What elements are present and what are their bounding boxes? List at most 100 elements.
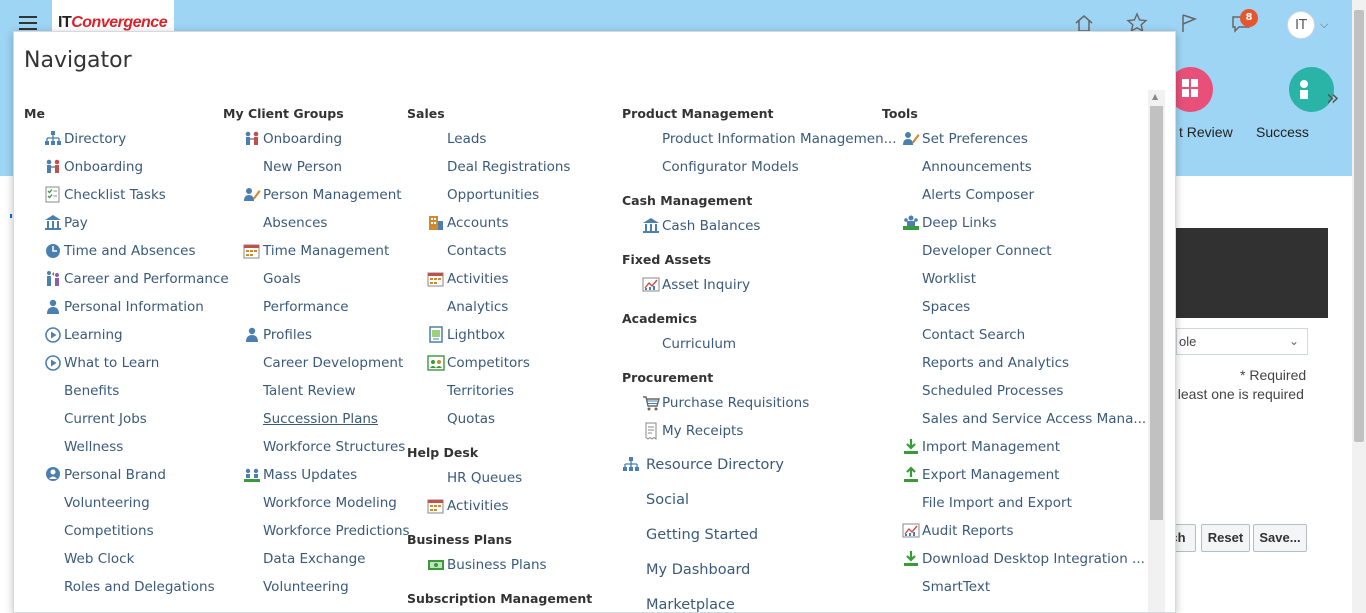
- nav-item-label: Roles and Delegations: [64, 579, 215, 595]
- nav-item-label: Social: [646, 492, 689, 508]
- group-header-tools: Tools: [882, 106, 918, 121]
- nav-item-label: Directory: [64, 131, 127, 147]
- group-header-my-client-groups: My Client Groups: [223, 106, 344, 121]
- money-icon: [427, 556, 445, 574]
- flag-icon[interactable]: [1178, 12, 1202, 36]
- group-header-academics: Academics: [622, 311, 698, 326]
- cart-icon: [642, 394, 660, 412]
- nav-item-label: Competitors: [447, 355, 530, 371]
- group-header-subscription-management: Subscription Management: [407, 591, 593, 606]
- nav-item-label: Sales and Service Access Mana...: [922, 411, 1147, 427]
- bank-icon: [44, 214, 62, 232]
- nav-item-label: Absences: [263, 215, 328, 231]
- nav-item-label: SmartText: [922, 579, 991, 595]
- nav-item-label: Configurator Models: [662, 159, 799, 175]
- menu-icon[interactable]: [19, 16, 37, 30]
- nav-item-label: Resource Directory: [646, 457, 784, 473]
- nav-item-label: Workforce Structures: [263, 439, 406, 455]
- nav-item-label: Business Plans: [447, 557, 547, 573]
- nav-item-label: Activities: [447, 271, 509, 287]
- nav-item-label: Opportunities: [447, 187, 540, 203]
- nav-item-label: Time and Absences: [64, 243, 196, 259]
- navigator-panel: Navigator Me Directory Onboarding Checklis…: [13, 31, 1176, 613]
- nav-item-label: Volunteering: [64, 495, 150, 511]
- nav-item-label: Scheduled Processes: [922, 383, 1064, 399]
- nav-item-label: Leads: [447, 131, 487, 147]
- nav-item-label: Profiles: [263, 327, 313, 343]
- nav-item-label: Learning: [64, 327, 123, 343]
- nav-item-label: Deal Registrations: [447, 159, 571, 175]
- chevron-down-icon[interactable]: ⌵: [1320, 18, 1328, 32]
- page-scrollbar-thumb[interactable]: [1354, 10, 1364, 442]
- save-button[interactable]: Save...: [1253, 524, 1307, 552]
- nav-item-label: Current Jobs: [64, 411, 147, 427]
- nav-item-label: Quotas: [447, 411, 496, 427]
- nav-item-label: Volunteering: [263, 579, 349, 595]
- lightbox-icon: [427, 326, 445, 344]
- nav-item-label: My Receipts: [662, 423, 744, 439]
- nav-item-label: Workforce Modeling: [263, 495, 397, 511]
- nav-item-label: Competitions: [64, 523, 154, 539]
- nav-item-label: Import Management: [922, 439, 1061, 455]
- nav-item-label: Audit Reports: [922, 523, 1014, 539]
- chart-icon: [902, 522, 920, 540]
- group-header-fixed-assets: Fixed Assets: [622, 252, 712, 267]
- group-header-help-desk: Help Desk: [407, 445, 479, 460]
- nav-item-label: My Dashboard: [646, 562, 751, 578]
- nav-item-label: HR Queues: [447, 470, 523, 486]
- nav-item-label: Product Information Managemen...: [662, 131, 897, 147]
- bank-icon: [642, 217, 660, 235]
- calendar-icon: [427, 270, 445, 288]
- navigator-scrollbar[interactable]: ▲: [1148, 90, 1165, 612]
- nav-item-label: New Person: [263, 159, 343, 175]
- more-tiles-icon[interactable]: »: [1326, 86, 1339, 111]
- navigator-scrollbar-thumb[interactable]: [1150, 106, 1163, 520]
- group-header-cash-management: Cash Management: [622, 193, 753, 208]
- nav-item-label: Asset Inquiry: [662, 277, 751, 293]
- clock-icon: [44, 242, 62, 260]
- nav-item-label: Activities: [447, 498, 509, 514]
- page-scrollbar[interactable]: [1352, 0, 1366, 613]
- person-edit-icon: [243, 186, 261, 204]
- download-icon: [902, 438, 920, 456]
- tile-label-success[interactable]: Success: [1256, 124, 1309, 140]
- nav-item-label: Set Preferences: [922, 131, 1028, 147]
- chevron-down-icon: ⌄: [1288, 334, 1299, 348]
- nav-item-label: Goals: [263, 271, 301, 287]
- company-logo[interactable]: ITConvergence: [52, 0, 174, 31]
- nav-item-label: Reports and Analytics: [922, 355, 1070, 371]
- navigator-title: Navigator: [24, 48, 132, 73]
- nav-item-label: Mass Updates: [263, 467, 358, 483]
- nav-item-label: Announcements: [922, 159, 1032, 175]
- deep-links-icon: [902, 214, 920, 232]
- nav-item-label: Spaces: [922, 299, 971, 315]
- scroll-up-icon[interactable]: ▲: [1152, 92, 1158, 101]
- nav-item-label: Contacts: [447, 243, 507, 259]
- nav-item-label: Purchase Requisitions: [662, 395, 810, 411]
- nav-item-label: Web Clock: [64, 551, 135, 567]
- tile-label-talent-review[interactable]: t Review: [1179, 124, 1233, 140]
- group-header-me: Me: [24, 106, 45, 121]
- nav-item-label: Onboarding: [64, 159, 144, 175]
- focus-marker: [10, 214, 12, 218]
- nav-item-label: Data Exchange: [263, 551, 366, 567]
- user-avatar[interactable]: IT: [1287, 11, 1315, 39]
- reset-button[interactable]: Reset: [1201, 524, 1250, 552]
- calendar-icon: [243, 242, 261, 260]
- nav-item-label: Time Management: [263, 243, 390, 259]
- select-field[interactable]: ole ⌄: [1176, 328, 1308, 355]
- notification-badge: 8: [1240, 9, 1258, 27]
- calendar-icon: [427, 497, 445, 515]
- receipt-icon: [642, 422, 660, 440]
- nav-item-label: Pay: [64, 215, 88, 231]
- nav-item-label: Worklist: [922, 271, 977, 287]
- upload-icon: [902, 466, 920, 484]
- nav-item-label: Developer Connect: [922, 243, 1052, 259]
- nav-item-label: Benefits: [64, 383, 120, 399]
- nav-item-label: Contact Search: [922, 327, 1026, 343]
- nav-item-label: Personal Information: [64, 299, 204, 315]
- group-header-business-plans: Business Plans: [407, 532, 512, 547]
- nav-item-label: Deep Links: [922, 215, 997, 231]
- nav-item-label: Personal Brand: [64, 467, 166, 483]
- nav-item-label: Career Development: [263, 355, 404, 371]
